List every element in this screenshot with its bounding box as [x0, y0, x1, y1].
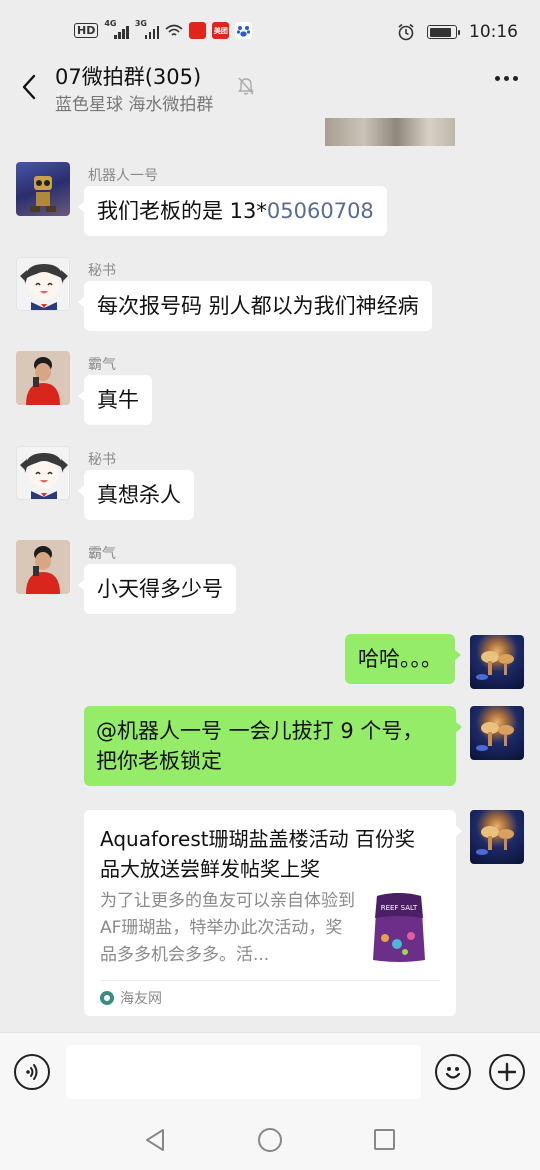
chevron-left-icon [22, 74, 36, 100]
message-text: 每次报号码 别人都以为我们神经病 [97, 294, 419, 318]
sender-name: 秘书 [88, 263, 116, 279]
card-description: 为了让更多的鱼友可以亲自体验到AF珊瑚盐，特举办此次活动，奖品多多机会多多。活.… [100, 891, 355, 965]
my-avatar[interactable] [470, 635, 524, 689]
anime-girl-avatar-icon [20, 453, 68, 499]
card-source: 海友网 [100, 988, 162, 1008]
message-bubble[interactable]: 每次报号码 别人都以为我们神经病 [78, 281, 432, 331]
battery-icon [427, 25, 460, 39]
nav-home-icon[interactable] [258, 1128, 282, 1152]
emoji-button[interactable] [435, 1054, 471, 1090]
avatar[interactable] [16, 446, 70, 500]
app-notification-icon [189, 22, 207, 39]
message-bubble[interactable]: 真牛 [78, 375, 152, 425]
my-avatar[interactable] [470, 706, 524, 760]
chat-header: 07微拍群(305) 蓝色星球 海水微拍群 [0, 58, 540, 118]
card-thumbnail: REEF SALT [373, 893, 425, 962]
avatar[interactable] [16, 257, 70, 311]
my-message-bubble[interactable]: 哈哈。。。 [345, 634, 461, 684]
clock: 10:16 [469, 22, 518, 42]
message-bubble[interactable]: 小天得多少号 [78, 564, 236, 614]
battery-level [429, 27, 451, 37]
sender-name: 秘书 [88, 452, 116, 468]
message-list[interactable]: 机器人一号 我们老板的是 13*05060708 秘书 每次报号码 别人都以为我… [0, 118, 540, 1032]
bell-muted-icon [238, 77, 254, 95]
nav-back-icon[interactable] [144, 1128, 166, 1152]
man-photo-avatar-icon [16, 351, 70, 405]
message-bubble[interactable]: 我们老板的是 13*05060708 [78, 186, 387, 236]
chat-title: 07微拍群(305) [55, 65, 202, 89]
my-message-bubble[interactable]: @机器人一号 一会儿拔打 9 个号， 把你老板锁定 [84, 706, 462, 786]
avatar[interactable] [16, 351, 70, 405]
source-logo-icon [100, 991, 114, 1005]
alarm-icon [398, 23, 414, 41]
coral-avatar-icon [476, 722, 514, 751]
voice-icon [26, 1064, 38, 1080]
coral-avatar-icon [476, 826, 514, 855]
message-text: 真想杀人 [97, 483, 181, 507]
emoji-icon [445, 1067, 461, 1079]
message-text: 小天得多少号 [97, 577, 223, 601]
coral-avatar-icon [476, 651, 514, 680]
image-message-partial[interactable] [325, 118, 455, 146]
hd-icon: HD [74, 23, 99, 38]
shared-link-card[interactable]: Aquaforest珊瑚盐盖楼活动 百份奖品大放送尝鲜发帖奖上奖 为了让更多的鱼… [84, 810, 462, 1016]
message-text: 我们老板的是 13* [97, 199, 267, 223]
thumbnail-label: REEF SALT [381, 904, 418, 912]
signal-4g-icon: 4G [104, 19, 129, 39]
sender-name: 霸气 [88, 546, 116, 562]
meituan-notification-icon: 美团 [212, 22, 230, 39]
baidu-paw-icon [235, 22, 253, 39]
avatar[interactable] [16, 540, 70, 594]
system-nav-bar [0, 1110, 540, 1170]
network-label: 4G [104, 18, 117, 28]
voice-input-button[interactable] [14, 1054, 50, 1090]
message-bubble[interactable]: 真想杀人 [78, 470, 194, 520]
divider [100, 980, 440, 981]
nav-recents-icon[interactable] [374, 1129, 395, 1150]
sender-name: 机器人一号 [88, 168, 158, 184]
card-source-name: 海友网 [120, 991, 162, 1007]
back-button[interactable] [14, 72, 44, 102]
anime-girl-avatar-icon [20, 264, 68, 310]
chat-subtitle: 蓝色星球 海水微拍群 [55, 95, 214, 115]
wifi-icon [165, 24, 183, 36]
status-left: HD 4G 3G 美团 [74, 19, 253, 39]
my-avatar[interactable] [470, 810, 524, 864]
card-title: Aquaforest珊瑚盐盖楼活动 百份奖品大放送尝鲜发帖奖上奖 [100, 827, 415, 881]
message-text: @机器人一号 一会儿拔打 9 个号， [96, 719, 424, 743]
message-input[interactable] [66, 1045, 421, 1099]
more-actions-button[interactable] [489, 1054, 525, 1090]
message-text: 真牛 [97, 388, 139, 412]
robot-avatar-icon [30, 176, 56, 212]
status-right: 10:16 [397, 22, 518, 42]
input-bar [0, 1032, 540, 1110]
message-text: 哈哈。。。 [358, 647, 442, 671]
status-bar: HD 4G 3G 美团 10:16 [0, 0, 540, 62]
signal-3g-icon: 3G [135, 19, 160, 39]
phone-number-link[interactable]: 05060708 [267, 199, 374, 223]
avatar[interactable] [16, 162, 70, 216]
man-photo-avatar-icon [16, 540, 70, 594]
more-dots-icon [495, 76, 500, 81]
more-button[interactable] [495, 76, 518, 81]
message-text: 把你老板锁定 [96, 749, 222, 773]
plus-icon [497, 1062, 517, 1082]
sender-name: 霸气 [88, 357, 116, 373]
network-label: 3G [134, 18, 147, 28]
